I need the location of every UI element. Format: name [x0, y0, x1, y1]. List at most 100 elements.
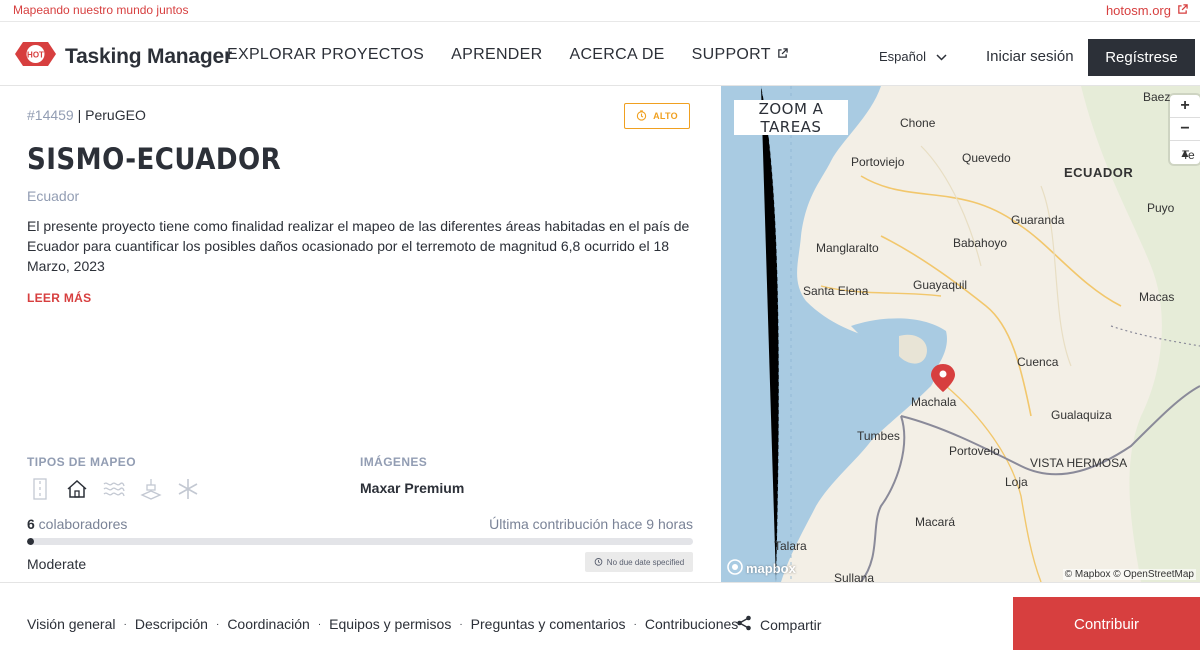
map-label: Talara	[774, 539, 807, 553]
project-map[interactable]: ZOOM A TAREAS + − ▲ Baez Chone Portoviej…	[721, 86, 1200, 582]
zoom-out-button[interactable]: −	[1170, 118, 1200, 141]
mapbox-logo-text: mapbox	[746, 561, 796, 576]
map-label: Guaranda	[1011, 213, 1065, 227]
clock-icon	[636, 109, 647, 123]
waterways-icon	[102, 477, 126, 501]
map-label: Babahoyo	[953, 236, 1008, 250]
tagline: Mapeando nuestro mundo juntos	[13, 3, 189, 17]
map-label: Loja	[1005, 475, 1028, 489]
register-button[interactable]: Regístrese	[1088, 39, 1195, 76]
external-link-icon	[1177, 3, 1188, 18]
share-icon	[736, 615, 752, 634]
nav-about[interactable]: ACERCA DE	[569, 46, 664, 64]
task-location-marker	[931, 364, 955, 392]
tab-contributions[interactable]: Contribuciones	[645, 616, 738, 632]
project-id[interactable]: #14459	[27, 107, 74, 123]
imagery-value: Maxar Premium	[360, 480, 465, 496]
nav-support[interactable]: SUPPORT	[692, 46, 788, 64]
map-label: ECUADOR	[1064, 165, 1134, 180]
buildings-icon	[65, 477, 89, 501]
tab-separator: ·	[459, 618, 463, 630]
nav-support-label: SUPPORT	[691, 46, 771, 63]
map-label: Guayaquil	[913, 278, 968, 292]
map-canvas	[721, 86, 1200, 582]
project-tabs: Visión general · Descripción · Coordinac…	[27, 616, 738, 632]
project-title: SISMO-ECUADOR	[27, 142, 282, 176]
roads-icon	[28, 477, 52, 501]
top-strip: Mapeando nuestro mundo juntos hotosm.org	[0, 0, 1200, 22]
map-label: Manglaralto	[816, 241, 879, 255]
due-date-badge: No due date specified	[585, 552, 693, 572]
main-header: HOT Tasking Manager EXPLORAR PROYECTOS A…	[0, 22, 1200, 86]
tab-separator: ·	[317, 618, 322, 630]
map-label: Baez	[1143, 90, 1171, 104]
main-nav: EXPLORAR PROYECTOS APRENDER ACERCA DE SU…	[227, 46, 788, 64]
due-date-label: No due date specified	[606, 557, 685, 567]
logo-text: Tasking Manager	[65, 44, 232, 68]
contributors-label: colaboradores	[34, 516, 128, 532]
map-label: Puyo	[1147, 201, 1175, 215]
external-link-icon	[777, 46, 788, 64]
share-label: Compartir	[760, 616, 822, 633]
hot-logo-icon: HOT	[13, 39, 58, 74]
map-label: Tumbes	[857, 429, 900, 443]
map-label: Te	[1182, 148, 1195, 162]
mapping-types-label: TIPOS DE MAPEO	[27, 455, 136, 469]
hotosm-link-label: hotosm.org	[1105, 3, 1171, 18]
map-label: Cuenca	[1017, 355, 1059, 369]
other-icon	[176, 477, 200, 501]
tab-overview[interactable]: Visión general	[27, 616, 115, 632]
mapping-types-list	[28, 477, 200, 501]
language-label: Español	[879, 49, 926, 64]
tab-description[interactable]: Descripción	[135, 616, 208, 632]
map-label: Portoviejo	[851, 155, 905, 169]
contributors-number: 6	[27, 516, 35, 532]
priority-badge: ALTO	[624, 103, 690, 129]
map-attribution[interactable]: © Mapbox © OpenStreetMap	[1062, 569, 1196, 580]
nav-explore-projects[interactable]: EXPLORAR PROYECTOS	[227, 46, 424, 64]
priority-label: ALTO	[653, 111, 678, 121]
map-label: Machala	[911, 395, 957, 409]
logo[interactable]: HOT Tasking Manager	[13, 39, 232, 74]
map-label: Chone	[900, 116, 936, 130]
login-link[interactable]: Iniciar sesión	[986, 48, 1074, 65]
map-label: Macas	[1139, 290, 1175, 304]
mapbox-logo[interactable]: mapbox	[727, 559, 796, 578]
progress-fill	[27, 538, 34, 545]
language-selector[interactable]: Español	[879, 49, 947, 64]
tab-separator: ·	[215, 618, 220, 630]
project-description: El presente proyecto tiene como finalida…	[27, 218, 690, 274]
zoom-in-button[interactable]: +	[1170, 95, 1200, 118]
nav-learn[interactable]: APRENDER	[451, 46, 542, 64]
map-label: Sullana	[834, 571, 875, 582]
map-label: VISTA HERMOSA	[1030, 456, 1128, 470]
map-label: Portovelo	[949, 444, 1000, 458]
map-label: Santa Elena	[803, 284, 869, 298]
chevron-down-icon	[936, 49, 947, 64]
tab-separator: ·	[123, 618, 127, 630]
hotosm-link[interactable]: hotosm.org	[1106, 3, 1188, 18]
share-button[interactable]: Compartir	[736, 615, 821, 634]
contribute-button[interactable]: Contribuir	[1013, 597, 1200, 650]
zoom-to-tasks-button[interactable]: ZOOM A TAREAS	[734, 100, 848, 136]
difficulty-level: Moderate	[27, 556, 87, 572]
mapbox-icon	[727, 559, 743, 578]
project-id-line: #14459 | PeruGEO	[27, 107, 146, 123]
imagery-label: IMÁGENES	[360, 455, 428, 469]
project-info-panel: #14459 | PeruGEO ALTO SISMO-ECUADOR Ecua…	[0, 87, 720, 581]
read-more-link[interactable]: LEER MÁS	[27, 291, 91, 305]
clock-icon	[594, 557, 603, 568]
logo-badge-text: HOT	[27, 51, 44, 60]
tab-teams-permissions[interactable]: Equipos y permisos	[329, 616, 451, 632]
contributors-count: 6 colaboradores	[27, 516, 127, 532]
tab-questions-comments[interactable]: Preguntas y comentarios	[471, 616, 626, 632]
map-label: Gualaquiza	[1051, 408, 1112, 422]
tab-separator: ·	[633, 618, 637, 630]
progress-bar	[27, 538, 693, 545]
map-label: Quevedo	[962, 151, 1011, 165]
project-organization[interactable]: PeruGEO	[85, 107, 146, 123]
project-country: Ecuador	[27, 188, 80, 204]
tab-coordination[interactable]: Coordinación	[227, 616, 310, 632]
map-label: Macará	[915, 515, 956, 529]
project-bottom-bar: Visión general · Descripción · Coordinac…	[0, 582, 1200, 650]
